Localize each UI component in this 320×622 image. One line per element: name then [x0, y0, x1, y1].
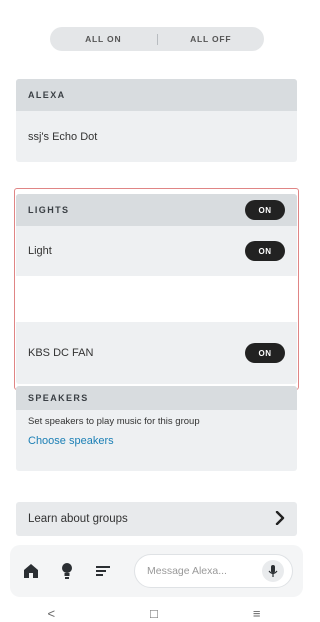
- row-spacer: [16, 276, 297, 322]
- home-icon[interactable]: [20, 560, 42, 582]
- microphone-icon[interactable]: [262, 560, 284, 582]
- light-toggle[interactable]: ON: [245, 241, 285, 261]
- speakers-description: Set speakers to play music for this grou…: [28, 416, 200, 427]
- back-nav-button[interactable]: <: [31, 606, 71, 621]
- speakers-body: Set speakers to play music for this grou…: [16, 410, 297, 447]
- lights-header-label: LIGHTS: [28, 205, 70, 215]
- learn-about-groups-row[interactable]: Learn about groups: [16, 502, 297, 536]
- bottom-nav-bar: Message Alexa...: [10, 545, 303, 597]
- alexa-device-label: ssj's Echo Dot: [28, 130, 98, 143]
- speakers-header: SPEAKERS: [16, 386, 297, 410]
- lights-group-toggle[interactable]: ON: [245, 200, 285, 220]
- message-alexa-input[interactable]: Message Alexa...: [134, 554, 293, 588]
- lights-header: LIGHTS ON: [16, 194, 297, 226]
- list-icon[interactable]: [92, 560, 114, 582]
- alexa-card: ALEXA ssj's Echo Dot: [16, 79, 297, 162]
- chevron-right-icon: [275, 510, 285, 528]
- learn-about-groups-label: Learn about groups: [28, 513, 128, 525]
- message-placeholder: Message Alexa...: [147, 565, 227, 577]
- home-nav-button[interactable]: □: [134, 606, 174, 621]
- speakers-header-label: SPEAKERS: [28, 393, 89, 403]
- fan-row[interactable]: KBS DC FAN ON: [16, 322, 297, 384]
- alexa-device-row[interactable]: ssj's Echo Dot: [16, 111, 297, 162]
- speakers-card: SPEAKERS Set speakers to play music for …: [16, 386, 297, 471]
- system-nav-bar: < □ ≡: [0, 604, 308, 622]
- light-label: Light: [28, 245, 52, 257]
- lights-card: LIGHTS ON Light ON KBS DC FAN ON: [16, 194, 297, 384]
- alexa-header-label: ALEXA: [28, 90, 66, 100]
- alexa-header: ALEXA: [16, 79, 297, 111]
- fan-toggle[interactable]: ON: [245, 343, 285, 363]
- all-off-button[interactable]: ALL OFF: [158, 34, 265, 44]
- light-row[interactable]: Light ON: [16, 226, 297, 276]
- fan-label: KBS DC FAN: [28, 347, 94, 359]
- menu-nav-button[interactable]: ≡: [237, 606, 277, 621]
- lightbulb-icon[interactable]: [56, 560, 78, 582]
- all-toggle-segmented-control: ALL ON ALL OFF: [50, 27, 264, 51]
- all-on-button[interactable]: ALL ON: [50, 34, 157, 44]
- choose-speakers-link[interactable]: Choose speakers: [28, 435, 285, 447]
